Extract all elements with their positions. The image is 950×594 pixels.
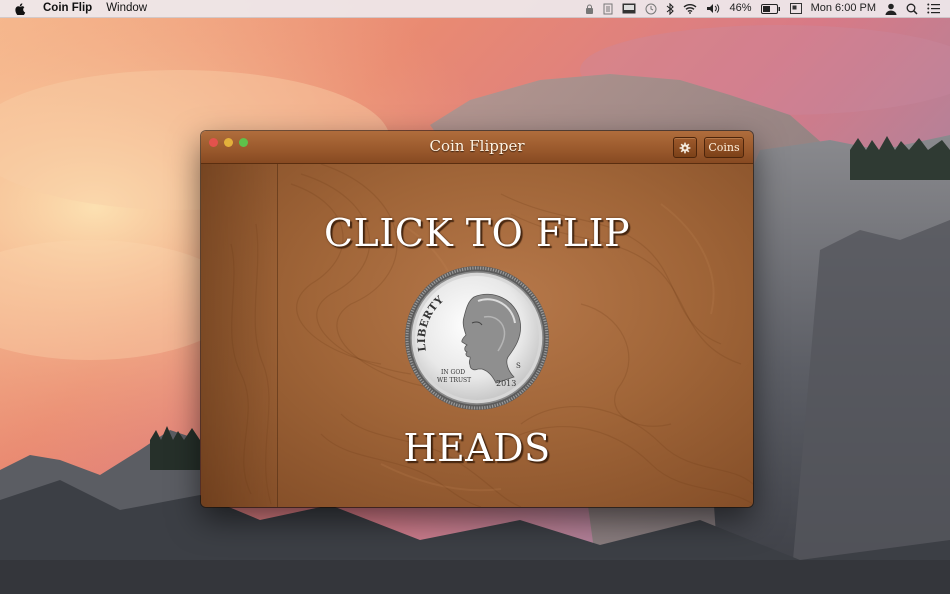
- wifi-icon[interactable]: [678, 3, 701, 14]
- status-area: 46% Mon 6:00 PM: [580, 0, 950, 17]
- bluetooth-icon[interactable]: [661, 2, 678, 15]
- flip-result-label: HEADS: [403, 426, 551, 470]
- apple-menu[interactable]: [0, 2, 36, 15]
- title-bar[interactable]: Coin Flipper Coins: [201, 131, 753, 164]
- time-machine-icon[interactable]: [640, 3, 661, 15]
- display-icon[interactable]: [785, 3, 806, 14]
- user-icon[interactable]: [881, 3, 902, 15]
- apple-icon: [15, 2, 26, 15]
- app-menu[interactable]: Coin Flip: [36, 0, 99, 17]
- coin-year: 2013: [496, 379, 516, 388]
- memory-icon[interactable]: [617, 3, 640, 14]
- search-icon[interactable]: [902, 3, 923, 15]
- volume-icon[interactable]: [701, 3, 725, 14]
- gear-icon: [679, 142, 691, 153]
- settings-button[interactable]: [673, 137, 697, 158]
- battery-icon[interactable]: [756, 3, 785, 14]
- window-title: Coin Flipper: [429, 137, 525, 155]
- notification-center-icon[interactable]: [923, 3, 950, 14]
- flip-area[interactable]: CLICK TO FLIP LIBERTY IN GOD WE TRUST 20…: [201, 164, 753, 507]
- coin-mint-mark: S: [516, 362, 521, 370]
- coin-flipper-window: Coin Flipper Coins CLICK TO FLIP LIBERTY…: [201, 131, 753, 507]
- coin-motto-line2: WE TRUST: [437, 377, 471, 384]
- document-icon[interactable]: [598, 3, 617, 15]
- battery-percent[interactable]: 46%: [725, 0, 756, 17]
- click-to-flip-label: CLICK TO FLIP: [323, 211, 631, 255]
- coin-motto-line1: IN GOD: [441, 369, 465, 376]
- menu-bar: Coin Flip Window 46% Mon 6:00 PM: [0, 0, 950, 18]
- coins-button[interactable]: Coins: [704, 137, 744, 158]
- clock[interactable]: Mon 6:00 PM: [806, 0, 880, 17]
- window-menu[interactable]: Window: [99, 0, 154, 17]
- dime-coin[interactable]: LIBERTY IN GOD WE TRUST 2013 S: [404, 265, 550, 411]
- lock-icon[interactable]: [580, 4, 598, 14]
